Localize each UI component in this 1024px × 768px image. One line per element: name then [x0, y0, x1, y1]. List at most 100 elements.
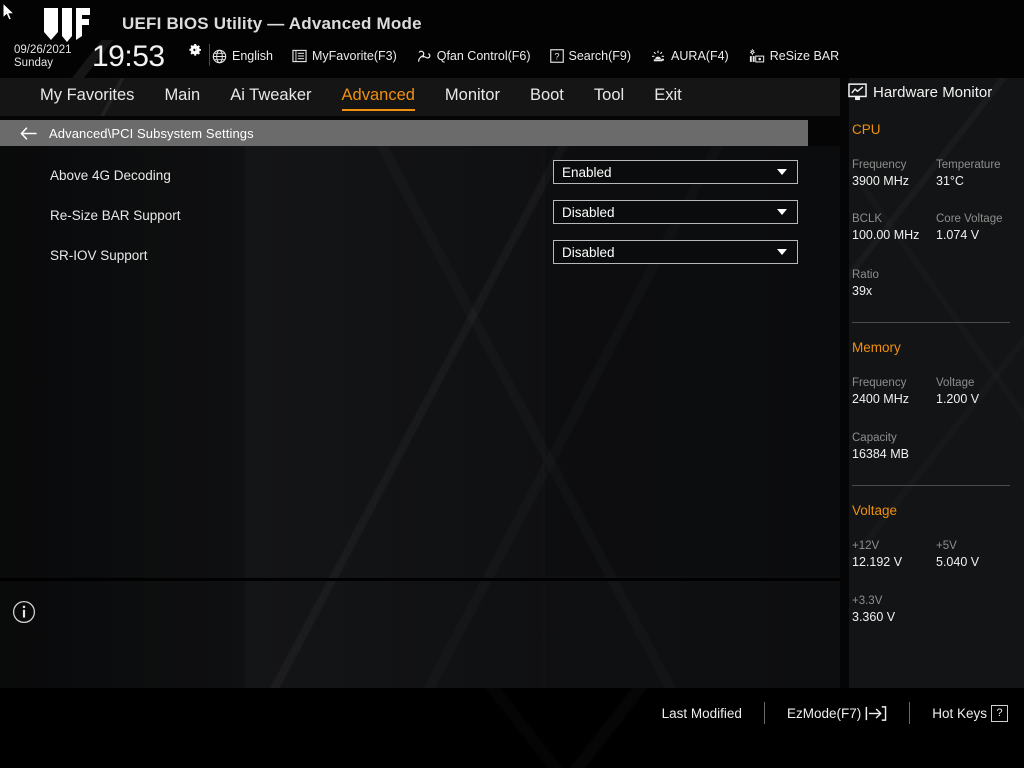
svg-text:?: ?	[554, 52, 559, 62]
cpu-temperature: Temperature 31°C	[936, 158, 1001, 190]
sidebar-divider-2	[852, 485, 1010, 486]
voltage-5v-value: 5.040 V	[936, 554, 979, 571]
info-circle-icon[interactable]	[12, 600, 36, 624]
tab-ai-tweaker[interactable]: Ai Tweaker	[230, 84, 311, 110]
help-panel-divider	[0, 578, 840, 581]
cpu-core-voltage: Core Voltage 1.074 V	[936, 212, 1003, 244]
memory-voltage: Voltage 1.200 V	[936, 376, 979, 408]
cpu-ratio-value: 39x	[852, 283, 879, 300]
tab-main[interactable]: Main	[164, 84, 200, 110]
tab-tool[interactable]: Tool	[594, 84, 624, 110]
footer-texture	[0, 688, 1024, 768]
voltage-33v-label: +3.3V	[852, 594, 895, 609]
question-box-icon: ?	[550, 49, 564, 63]
gear-icon[interactable]	[186, 42, 202, 58]
tab-exit[interactable]: Exit	[654, 84, 682, 110]
date-text: 09/26/2021	[14, 44, 72, 57]
myfavorite-label: MyFavorite(F3)	[312, 49, 397, 63]
header-bar: UEFI BIOS Utility — Advanced Mode 09/26/…	[0, 0, 1024, 78]
main-nav-tabs: My Favorites Main Ai Tweaker Advanced Mo…	[0, 78, 840, 116]
list-icon	[292, 49, 307, 63]
breadcrumb-path: Advanced\PCI Subsystem Settings	[49, 126, 254, 141]
voltage-12v-label: +12V	[852, 539, 902, 554]
setting-row-sr-iov-support[interactable]: SR-IOV Support Disabled	[0, 238, 840, 278]
globe-icon	[212, 49, 227, 64]
hardware-monitor-panel: Hardware Monitor CPU Frequency 3900 MHz …	[840, 78, 1024, 688]
memory-voltage-value: 1.200 V	[936, 391, 979, 408]
footer-divider-1	[764, 702, 765, 724]
section-title-voltage: Voltage	[852, 503, 897, 518]
above-4g-decoding-dropdown[interactable]: Enabled	[553, 160, 798, 184]
dropdown-value: Disabled	[562, 205, 777, 220]
dropdown-value: Disabled	[562, 245, 777, 260]
tab-advanced[interactable]: Advanced	[342, 84, 415, 110]
hardware-monitor-title: Hardware Monitor	[873, 84, 992, 101]
tuf-shield-logo	[41, 6, 93, 48]
resize-bar-icon	[748, 48, 765, 64]
voltage-12v-value: 12.192 V	[852, 554, 902, 571]
memory-capacity: Capacity 16384 MB	[852, 431, 909, 463]
back-arrow-icon[interactable]	[20, 127, 37, 140]
language-label: English	[232, 49, 273, 63]
memory-frequency-label: Frequency	[852, 376, 909, 391]
footer-bar: Last Modified EzMode(F7) Hot Keys ? Vers…	[0, 688, 1024, 768]
resize-bar-button[interactable]: ReSize BAR	[748, 48, 839, 64]
aura-button[interactable]: AURA(F4)	[650, 49, 729, 64]
qfan-control-button[interactable]: Qfan Control(F6)	[416, 49, 531, 64]
ezmode-label: EzMode(F7)	[787, 706, 861, 721]
page-title: UEFI BIOS Utility — Advanced Mode	[122, 14, 422, 34]
search-button[interactable]: ? Search(F9)	[550, 49, 632, 63]
last-modified-button[interactable]: Last Modified	[662, 706, 742, 721]
resize-bar-label: ReSize BAR	[770, 49, 839, 63]
hotkeys-help-box[interactable]: ?	[991, 705, 1008, 722]
tab-my-favorites[interactable]: My Favorites	[40, 84, 134, 110]
cpu-core-voltage-label: Core Voltage	[936, 212, 1003, 227]
chevron-down-icon	[777, 209, 787, 215]
chevron-down-icon	[777, 169, 787, 175]
memory-voltage-label: Voltage	[936, 376, 979, 391]
search-label: Search(F9)	[569, 49, 632, 63]
hotkeys-button[interactable]: Hot Keys ?	[932, 705, 1008, 722]
sr-iov-support-dropdown[interactable]: Disabled	[553, 240, 798, 264]
footer-divider-2	[909, 702, 910, 724]
myfavorite-button[interactable]: MyFavorite(F3)	[292, 49, 397, 63]
exit-arrow-icon	[865, 705, 887, 722]
setting-label: Re-Size BAR Support	[50, 208, 181, 223]
aura-light-icon	[650, 49, 666, 64]
breadcrumb[interactable]: Advanced\PCI Subsystem Settings	[0, 120, 808, 146]
cpu-bclk-value: 100.00 MHz	[852, 227, 919, 244]
voltage-33v-value: 3.360 V	[852, 609, 895, 626]
header-divider	[209, 44, 210, 66]
weekday-text: Sunday	[14, 57, 72, 70]
cpu-bclk-label: BCLK	[852, 212, 919, 227]
tab-boot[interactable]: Boot	[530, 84, 564, 110]
section-title-cpu: CPU	[852, 122, 881, 137]
resize-bar-support-dropdown[interactable]: Disabled	[553, 200, 798, 224]
chevron-down-icon	[777, 249, 787, 255]
voltage-33v: +3.3V 3.360 V	[852, 594, 895, 626]
setting-row-resize-bar-support[interactable]: Re-Size BAR Support Disabled	[0, 198, 840, 238]
language-button[interactable]: English	[212, 49, 273, 64]
aura-label: AURA(F4)	[671, 49, 729, 63]
cpu-temperature-label: Temperature	[936, 158, 1001, 173]
header-tools: English MyFavorite(F3)	[212, 45, 858, 67]
tab-monitor[interactable]: Monitor	[445, 84, 500, 110]
setting-row-above-4g-decoding[interactable]: Above 4G Decoding Enabled	[0, 158, 840, 198]
cpu-temperature-value: 31°C	[936, 173, 1001, 190]
setting-label: Above 4G Decoding	[50, 168, 171, 183]
sidebar-divider-1	[852, 322, 1010, 323]
setting-label: SR-IOV Support	[50, 248, 148, 263]
sidebar-left-edge	[840, 78, 849, 688]
ezmode-button[interactable]: EzMode(F7)	[787, 705, 887, 722]
last-modified-label: Last Modified	[662, 706, 742, 721]
hotkeys-label: Hot Keys	[932, 706, 987, 721]
qfan-control-label: Qfan Control(F6)	[437, 49, 531, 63]
memory-capacity-value: 16384 MB	[852, 446, 909, 463]
memory-frequency-value: 2400 MHz	[852, 391, 909, 408]
settings-panel: Above 4G Decoding Enabled Re-Size BAR Su…	[0, 146, 840, 688]
cpu-frequency-value: 3900 MHz	[852, 173, 909, 190]
cpu-frequency: Frequency 3900 MHz	[852, 158, 909, 190]
voltage-5v-label: +5V	[936, 539, 979, 554]
cpu-bclk: BCLK 100.00 MHz	[852, 212, 919, 244]
system-date: 09/26/2021 Sunday	[14, 44, 72, 70]
